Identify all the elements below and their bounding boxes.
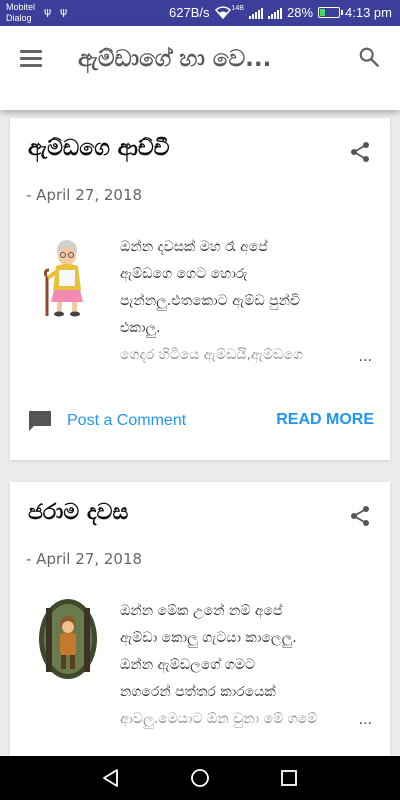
share-icon[interactable] <box>348 140 372 164</box>
usb-icon: ψ <box>44 5 52 18</box>
snippet-line: එකාලු. <box>120 320 161 336</box>
post-snippet: ඔන්න මේක උනේ නම් අපේ ඇම්ඩා කොලු ගැටයා කා… <box>120 598 375 733</box>
grandmother-illustration[interactable] <box>34 236 98 320</box>
snippet-line: ඇම්ඩගෙ ගෙට හොරු <box>120 266 248 282</box>
comment-icon[interactable] <box>28 410 52 432</box>
recents-square-icon[interactable] <box>278 767 300 789</box>
site-title[interactable]: ඇම්ඩාගේ හා වෙ... <box>78 42 328 76</box>
post-card: ඇම්ඩගෙ ආච්චී - April 27, 2018 ඔන්න දවසක්… <box>10 118 390 460</box>
post-date: - April 27, 2018 <box>26 186 143 204</box>
post-snippet: ඔන්න දවසක් මහ රෑ අපේ ඇම්ඩගෙ ගෙට හොරු පැන… <box>120 234 375 369</box>
snippet-line: ඔන්න දවසක් මහ රෑ අපේ <box>120 239 268 255</box>
usb-debug-icon: ψ <box>60 5 68 18</box>
carrier-2: Dialog <box>6 13 32 23</box>
snippet-line: ආවලු.මෙයාට ඕන වුනා මේ ගමේ <box>120 711 318 727</box>
signal-icon-2 <box>267 7 282 19</box>
post-card: ජරාම දවස - April 27, 2018 ඔන්න මේක උනේ න… <box>10 482 390 756</box>
network-speed: 627B/s <box>169 5 210 20</box>
post-date: - April 27, 2018 <box>26 550 143 568</box>
carrier-1: Mobitel <box>6 2 36 12</box>
app-header: ඇම්ඩාගේ හා වෙ... <box>0 26 400 110</box>
system-nav-bar <box>0 756 400 800</box>
signal-icon <box>248 7 263 19</box>
status-bar: Mobitel Dialog ψ ψ 627B/s 14B 28% 4:13 p… <box>0 0 400 26</box>
snippet-line: ඔන්න මේක උනේ නම් අපේ <box>120 603 283 619</box>
post-title[interactable]: ඇම්ඩගෙ ආච්චී <box>28 136 170 161</box>
snippet-ellipsis: ... <box>358 712 372 728</box>
carrier-names: Mobitel Dialog <box>6 2 35 24</box>
post-comment-link[interactable]: Post a Comment <box>67 412 186 430</box>
snippet-line: ඔන්න ඇම්ඩලගේ ගමට <box>120 657 255 673</box>
back-triangle-icon[interactable] <box>100 767 122 789</box>
snippet-line: ඇම්ඩා කොලු ගැටයා කාලෙලු. <box>120 630 297 646</box>
lte-label: 14B <box>231 5 244 12</box>
read-more-button[interactable]: READ MORE <box>276 411 374 429</box>
battery-icon <box>318 7 344 18</box>
hamburger-icon[interactable] <box>20 50 42 67</box>
share-icon[interactable] <box>348 504 372 528</box>
snippet-ellipsis: ... <box>358 349 372 365</box>
snippet-line: ගෙදර හිටියෙ ඇම්ඩයි,ඇම්ඩගෙ <box>120 347 304 363</box>
battery-percent: 28% <box>286 5 314 20</box>
boy-in-forest-illustration[interactable] <box>38 598 98 680</box>
clock: 4:13 pm <box>345 5 392 20</box>
home-circle-icon[interactable] <box>189 767 211 789</box>
post-title[interactable]: ජරාම දවස <box>28 500 128 525</box>
wifi-icon <box>214 6 231 19</box>
post-list: ඇම්ඩගෙ ආච්චී - April 27, 2018 ඔන්න දවසක්… <box>0 110 400 756</box>
search-icon[interactable] <box>358 46 380 68</box>
status-indicators: 627B/s 14B 28% 4:13 pm <box>169 5 392 20</box>
snippet-line: නගරෙන් පත්තර කාරයෙක් <box>120 684 276 700</box>
snippet-line: පැන්නලු.එතකොට ඇම්ඩ පුන්චි <box>120 293 301 309</box>
